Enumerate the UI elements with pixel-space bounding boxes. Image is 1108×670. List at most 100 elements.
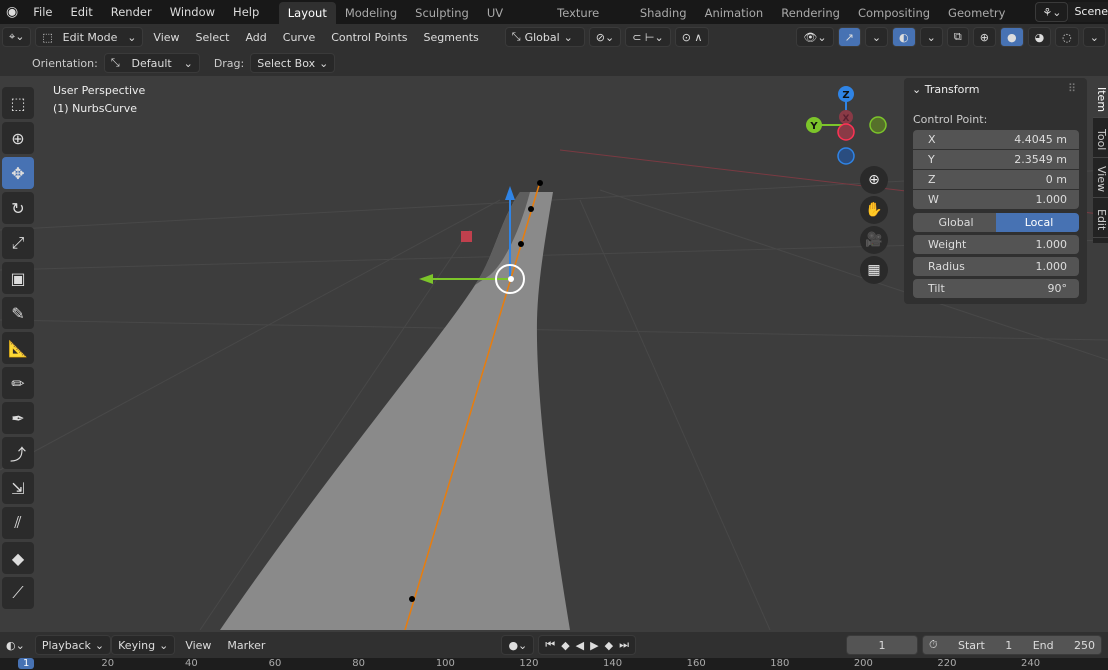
tab-shading[interactable]: Shading bbox=[631, 2, 696, 24]
control-point[interactable] bbox=[528, 206, 534, 212]
w-field[interactable]: W 1.000 bbox=[913, 190, 1079, 209]
transform-orientation-dropdown[interactable]: ⤡ Global ⌄ bbox=[504, 27, 585, 47]
zoom-view-button[interactable]: ⊕ bbox=[860, 166, 888, 194]
menu-file[interactable]: File bbox=[24, 5, 61, 19]
menu-segments[interactable]: Segments bbox=[418, 31, 485, 44]
control-point[interactable] bbox=[409, 596, 415, 602]
orientation-dropdown[interactable]: ⤡ Default ⌄ bbox=[103, 53, 200, 73]
menu-render[interactable]: Render bbox=[102, 5, 161, 19]
control-point[interactable] bbox=[537, 180, 543, 186]
proportional-edit-toggle[interactable]: ⊙ ∧ bbox=[674, 27, 710, 47]
active-control-point[interactable] bbox=[508, 276, 514, 282]
control-point[interactable] bbox=[518, 241, 524, 247]
overlay-dropdown[interactable]: ⌄ bbox=[919, 27, 943, 47]
current-frame-field[interactable]: 1 bbox=[846, 635, 918, 655]
drag-dropdown[interactable]: Select Box ⌄ bbox=[250, 53, 336, 73]
jump-start-icon[interactable]: ⏮ bbox=[545, 638, 555, 652]
draw-tool[interactable]: ✏ bbox=[2, 367, 34, 399]
menu-window[interactable]: Window bbox=[161, 5, 224, 19]
annotate-tool[interactable]: ✎ bbox=[2, 297, 34, 329]
playback-controls[interactable]: ⏮ ◆ ◀ ▶ ◆ ⏭ bbox=[538, 635, 636, 655]
menu-view[interactable]: View bbox=[179, 639, 217, 652]
camera-view-button[interactable]: 🎥 bbox=[860, 226, 888, 254]
tilt-field[interactable]: Tilt 90° bbox=[913, 279, 1079, 298]
tab-edit[interactable]: Edit bbox=[1093, 198, 1108, 238]
xray-toggle[interactable]: ⧉ bbox=[946, 27, 969, 47]
current-frame-marker[interactable]: 1 bbox=[18, 658, 35, 669]
editor-type-button[interactable]: ⌖⌄ bbox=[2, 27, 32, 47]
move-tool[interactable]: ✥ bbox=[2, 157, 34, 189]
menu-control-points[interactable]: Control Points bbox=[325, 31, 413, 44]
snap-toggle[interactable]: ⊂ ⊢⌄ bbox=[625, 27, 671, 47]
gizmo-dropdown[interactable]: ⌄ bbox=[864, 27, 889, 47]
blender-logo-icon[interactable]: ◉ bbox=[0, 4, 24, 20]
play-reverse-icon[interactable]: ◀ bbox=[576, 639, 584, 652]
drag-handle-icon[interactable]: ⠿ bbox=[1068, 82, 1076, 95]
transform-tool[interactable]: ▣ bbox=[2, 262, 34, 294]
shading-wireframe-button[interactable]: ⊕ bbox=[972, 27, 996, 47]
auto-keying-toggle[interactable]: ●⌄ bbox=[501, 635, 535, 655]
keying-menu[interactable]: Keying ⌄ bbox=[111, 635, 176, 655]
frame-range-fields[interactable]: ⏱ Start 1 End 250 bbox=[922, 635, 1102, 655]
pen-tool[interactable]: ✒ bbox=[2, 402, 34, 434]
radius-tool[interactable]: ⇲ bbox=[2, 472, 34, 504]
rotate-tool[interactable]: ↻ bbox=[2, 192, 34, 224]
menu-help[interactable]: Help bbox=[224, 5, 268, 19]
timeline-ruler[interactable]: 1 20 40 60 80 100 120 140 160 180 200 220 240 bbox=[0, 658, 1108, 670]
tab-modeling[interactable]: Modeling bbox=[336, 2, 406, 24]
tab-texture-paint[interactable]: Texture Paint bbox=[548, 2, 631, 42]
menu-add[interactable]: Add bbox=[239, 31, 272, 44]
pivot-point-dropdown[interactable]: ⊘⌄ bbox=[588, 27, 622, 47]
tilt-tool[interactable]: ⫽ bbox=[2, 507, 34, 539]
panel-header[interactable]: ⌄ Transform bbox=[912, 83, 979, 96]
shading-dropdown[interactable]: ⌄ bbox=[1082, 27, 1106, 47]
tab-compositing[interactable]: Compositing bbox=[849, 2, 939, 24]
move-gizmo-plane-handle[interactable] bbox=[461, 231, 472, 242]
x-field[interactable]: X 4.4045 m bbox=[913, 130, 1079, 149]
jump-end-icon[interactable]: ⏭ bbox=[619, 638, 629, 652]
navigation-gizmo[interactable]: Z Y X bbox=[806, 86, 887, 165]
tab-item[interactable]: Item bbox=[1093, 78, 1108, 118]
playback-menu[interactable]: Playback ⌄ bbox=[34, 635, 112, 655]
overlay-toggle[interactable]: ◐ bbox=[892, 27, 916, 47]
randomize-tool[interactable]: ◆ bbox=[2, 542, 34, 574]
prev-keyframe-icon[interactable]: ◆ bbox=[561, 639, 569, 652]
scene-name-field[interactable]: Scene bbox=[1068, 2, 1108, 22]
tab-animation[interactable]: Animation bbox=[696, 2, 773, 24]
mode-dropdown[interactable]: ⬚ Edit Mode ⌄ bbox=[35, 27, 144, 47]
tab-rendering[interactable]: Rendering bbox=[772, 2, 849, 24]
y-field[interactable]: Y 2.3549 m bbox=[913, 150, 1079, 169]
shading-solid-button[interactable]: ● bbox=[999, 27, 1024, 47]
tab-uv-editing[interactable]: UV Editing bbox=[478, 2, 548, 42]
tab-layout[interactable]: Layout bbox=[278, 2, 336, 24]
extrude-tool[interactable]: ⤴ bbox=[2, 437, 34, 469]
next-keyframe-icon[interactable]: ◆ bbox=[605, 639, 613, 652]
radius-field[interactable]: Radius 1.000 bbox=[913, 257, 1079, 276]
move-gizmo-z-arrow[interactable] bbox=[505, 186, 515, 200]
move-gizmo-y-arrow[interactable] bbox=[419, 274, 433, 284]
select-box-tool[interactable]: ⬚ bbox=[2, 87, 34, 119]
scene-selector-button[interactable]: ⚘⌄ bbox=[1035, 2, 1069, 22]
menu-curve[interactable]: Curve bbox=[277, 31, 321, 44]
menu-edit[interactable]: Edit bbox=[61, 5, 101, 19]
end-value[interactable]: 250 bbox=[1074, 639, 1095, 652]
tab-tool[interactable]: Tool bbox=[1093, 118, 1108, 158]
tab-geometry-nodes[interactable]: Geometry Noc bbox=[939, 2, 1029, 42]
weight-field[interactable]: Weight 1.000 bbox=[913, 235, 1079, 254]
shading-rendered-button[interactable]: ◌ bbox=[1055, 27, 1079, 47]
global-toggle[interactable]: Global bbox=[913, 213, 996, 232]
local-toggle[interactable]: Local bbox=[996, 213, 1079, 232]
editor-type-button[interactable]: ◐⌄ bbox=[0, 639, 31, 652]
shear-tool[interactable]: ⟋ bbox=[2, 577, 34, 609]
gizmo-toggle[interactable]: ↗ bbox=[837, 27, 861, 47]
start-value[interactable]: 1 bbox=[1005, 639, 1012, 652]
tab-sculpting[interactable]: Sculpting bbox=[406, 2, 478, 24]
z-field[interactable]: Z 0 m bbox=[913, 170, 1079, 189]
menu-marker[interactable]: Marker bbox=[221, 639, 271, 652]
measure-tool[interactable]: 📐 bbox=[2, 332, 34, 364]
pan-view-button[interactable]: ✋ bbox=[860, 196, 888, 224]
menu-view[interactable]: View bbox=[147, 31, 185, 44]
shading-material-button[interactable]: ◕ bbox=[1027, 27, 1052, 47]
menu-select[interactable]: Select bbox=[190, 31, 236, 44]
tab-view[interactable]: View bbox=[1093, 158, 1108, 198]
